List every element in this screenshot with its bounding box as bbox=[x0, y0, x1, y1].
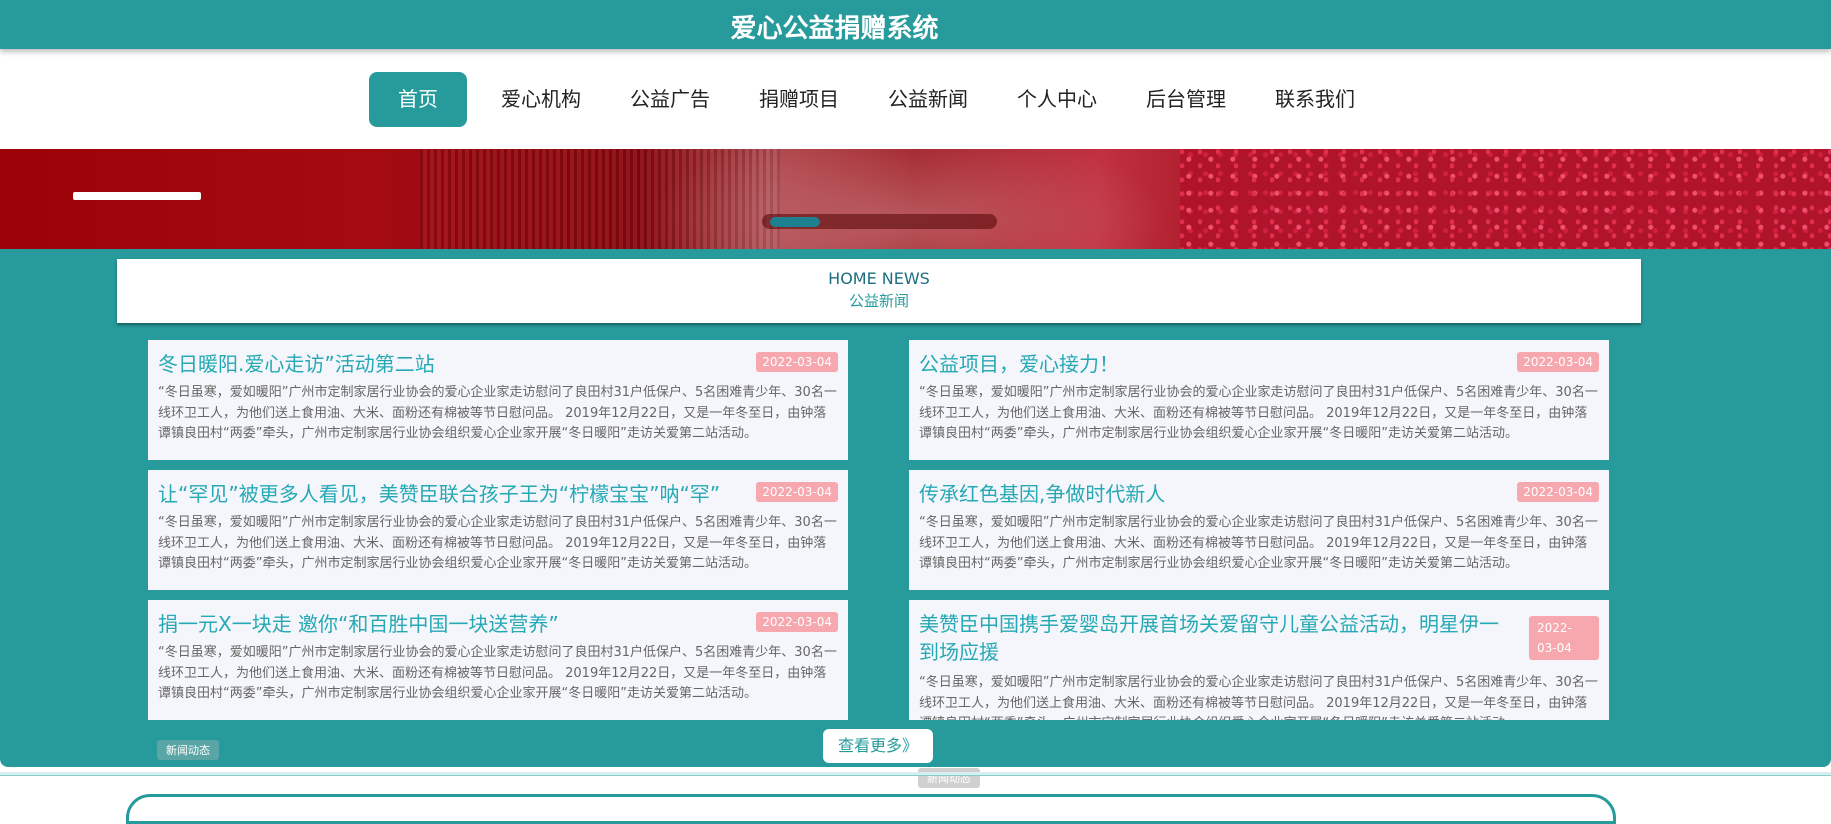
news-category-tag[interactable]: 新闻动态 bbox=[918, 768, 980, 788]
nav-item-charity-orgs[interactable]: 爱心机构 bbox=[487, 72, 595, 127]
news-card[interactable]: 美赞臣中国携手爱婴岛开展首场关爱留守儿童公益活动，明星伊一到场应援 2022-0… bbox=[909, 600, 1609, 720]
nav-item-donation-projects[interactable]: 捐赠项目 bbox=[745, 72, 853, 127]
top-header-bar: 爱心公益捐赠系统 bbox=[0, 0, 1831, 49]
news-card-title[interactable]: 冬日暖阳.爱心走访”活动第二站 bbox=[158, 350, 748, 378]
news-card-summary: “冬日虽寒，爱如暖阳”广州市定制家居行业协会的爱心企业家走访慰问了良田村31户低… bbox=[158, 385, 837, 441]
nav-item-personal-center[interactable]: 个人中心 bbox=[1003, 72, 1111, 127]
news-card-date: 2022-03-04 bbox=[1529, 616, 1599, 660]
view-more-button[interactable]: 查看更多》 bbox=[823, 729, 933, 763]
news-card-date: 2022-03-04 bbox=[756, 352, 838, 372]
news-card-date: 2022-03-04 bbox=[1517, 482, 1599, 502]
banner-glow-image bbox=[650, 149, 1170, 249]
news-card-date: 2022-03-04 bbox=[756, 612, 838, 632]
nav-item-contact[interactable]: 联系我们 bbox=[1261, 72, 1369, 127]
nav-item-charity-news[interactable]: 公益新闻 bbox=[874, 72, 982, 127]
banner-caption-bar bbox=[73, 192, 201, 200]
nav-item-public-ads[interactable]: 公益广告 bbox=[616, 72, 724, 127]
carousel-progress-indicator[interactable] bbox=[770, 217, 820, 227]
news-section-header: HOME NEWS 公益新闻 bbox=[117, 259, 1641, 323]
news-card[interactable]: 捐一元X一块走 邀你“和百胜中国一块送营养” 2022-03-04 “冬日虽寒，… bbox=[148, 600, 848, 720]
news-card[interactable]: 让“罕见”被更多人看见，美赞臣联合孩子王为“柠檬宝宝”呐“罕” 2022-03-… bbox=[148, 470, 848, 590]
hero-banner-carousel[interactable] bbox=[0, 149, 1831, 249]
news-card[interactable]: 冬日暖阳.爱心走访”活动第二站 2022-03-04 “冬日虽寒，爱如暖阳”广州… bbox=[148, 340, 848, 460]
news-card-summary: “冬日虽寒，爱如暖阳”广州市定制家居行业协会的爱心企业家走访慰问了良田村31户低… bbox=[919, 515, 1598, 571]
news-card-summary: “冬日虽寒，爱如暖阳”广州市定制家居行业协会的爱心企业家走访慰问了良田村31户低… bbox=[919, 385, 1598, 441]
news-category-tag[interactable]: 新闻动态 bbox=[157, 740, 219, 760]
site-title: 爱心公益捐赠系统 bbox=[730, 14, 939, 44]
news-card-title[interactable]: 美赞臣中国携手爱婴岛开展首场关爱留守儿童公益活动，明星伊一到场应援 bbox=[919, 610, 1509, 666]
main-nav: 首页 爱心机构 公益广告 捐赠项目 公益新闻 个人中心 后台管理 联系我们 bbox=[369, 72, 1390, 127]
news-card[interactable]: 传承红色基因,争做时代新人 2022-03-04 “冬日虽寒，爱如暖阳”广州市定… bbox=[909, 470, 1609, 590]
news-card-title[interactable]: 传承红色基因,争做时代新人 bbox=[919, 480, 1509, 508]
news-heading-cn: 公益新闻 bbox=[848, 292, 909, 310]
news-card-summary: “冬日虽寒，爱如暖阳”广州市定制家居行业协会的爱心企业家走访慰问了良田村31户低… bbox=[158, 645, 837, 701]
news-card-date: 2022-03-04 bbox=[1517, 352, 1599, 372]
news-card[interactable]: 公益项目，爱心接力！ 2022-03-04 “冬日虽寒，爱如暖阳”广州市定制家居… bbox=[909, 340, 1609, 460]
news-card-summary: “冬日虽寒，爱如暖阳”广州市定制家居行业协会的爱心企业家走访慰问了良田村31户低… bbox=[158, 515, 837, 571]
nav-item-admin[interactable]: 后台管理 bbox=[1132, 72, 1240, 127]
news-card-summary: “冬日虽寒，爱如暖阳”广州市定制家居行业协会的爱心企业家走访慰问了良田村31户低… bbox=[919, 675, 1598, 720]
section-divider bbox=[0, 772, 1831, 776]
nav-item-home[interactable]: 首页 bbox=[369, 72, 467, 127]
news-card-title[interactable]: 让“罕见”被更多人看见，美赞臣联合孩子王为“柠檬宝宝”呐“罕” bbox=[158, 480, 748, 508]
news-card-title[interactable]: 捐一元X一块走 邀你“和百胜中国一块送营养” bbox=[158, 610, 748, 638]
news-card-date: 2022-03-04 bbox=[756, 482, 838, 502]
news-heading-en: HOME NEWS bbox=[828, 269, 930, 288]
next-section-panel bbox=[126, 794, 1616, 824]
banner-petals-image bbox=[1180, 149, 1831, 249]
news-card-title[interactable]: 公益项目，爱心接力！ bbox=[919, 350, 1509, 378]
